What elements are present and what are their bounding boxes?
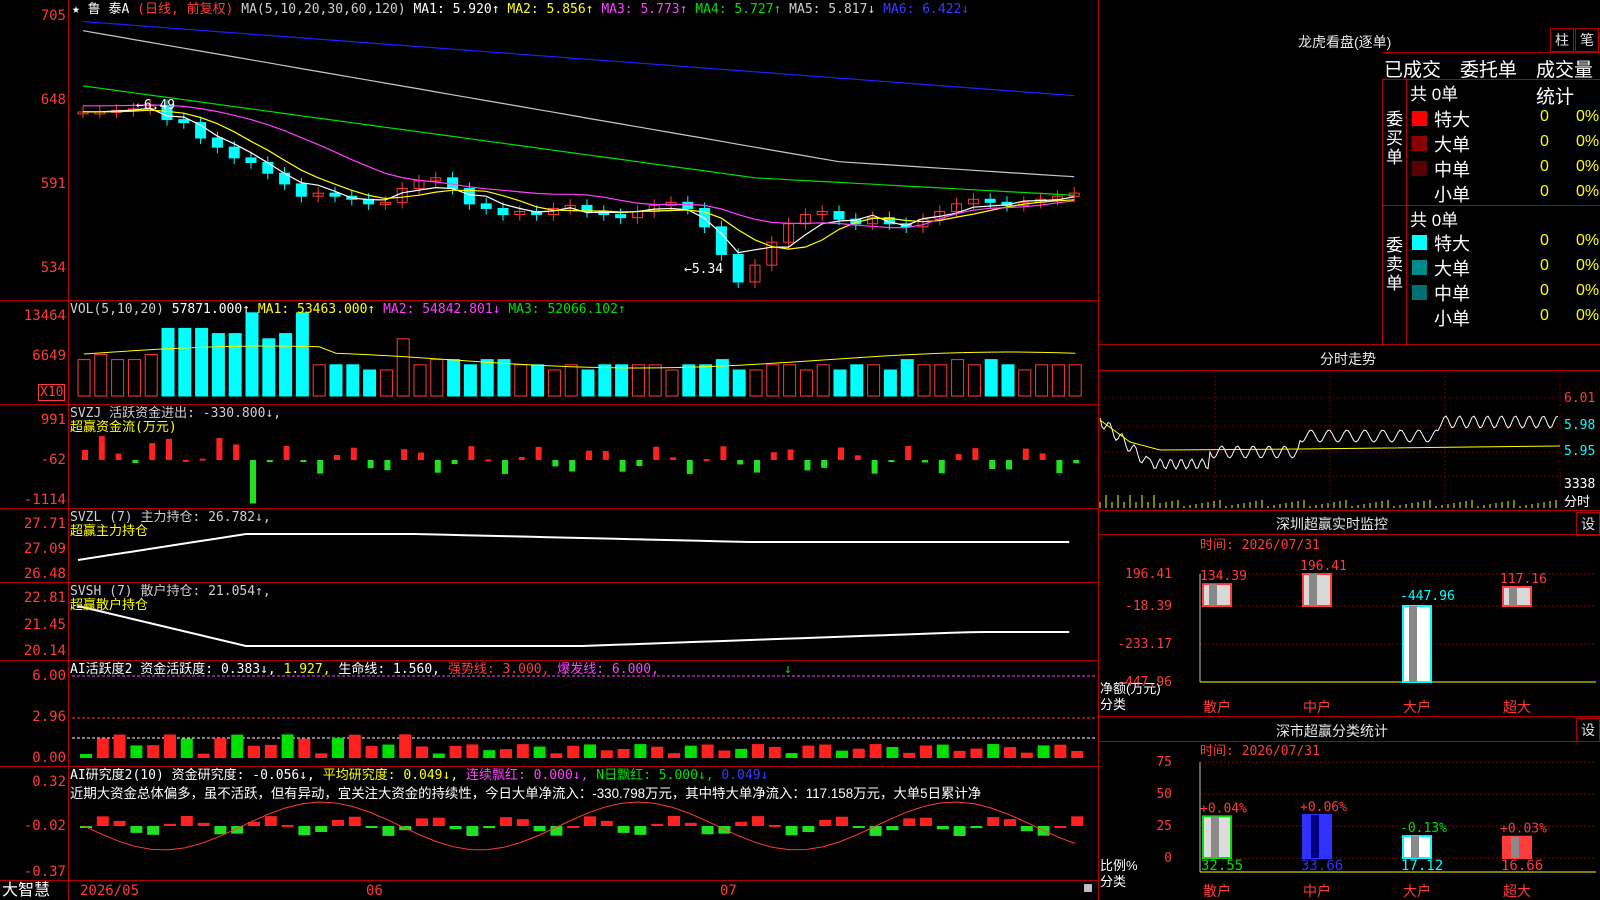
ratio-value-label: 32.55 (1201, 858, 1243, 874)
stats-axis-label: 50 (1156, 787, 1172, 802)
ratio-bar-shade (1311, 814, 1319, 858)
stats-axis-label: 75 (1156, 755, 1172, 770)
category-label: 大户 (1403, 883, 1431, 899)
ratio-value-label: 16.66 (1501, 858, 1543, 874)
ratio-change-label: +0.03% (1500, 822, 1547, 837)
stats-axis-label: 0 (1164, 851, 1172, 866)
ratio-change-label: +0.04% (1200, 801, 1247, 816)
ratio-value-label: 33.66 (1301, 858, 1343, 874)
stats-chart: 75 50 25 0 +0.04% 32.55 散户 +0.06% 33.66 中户 -0.13% 1… (1156, 755, 1596, 899)
ratio-bar-shade (1511, 836, 1519, 858)
category-label: 中户 (1303, 883, 1331, 899)
ratio-change-label: +0.06% (1300, 800, 1347, 815)
category-label: 超大 (1503, 883, 1531, 899)
stats-xlabel: 分类 (1100, 874, 1127, 889)
stats-axis-label: 25 (1156, 819, 1172, 834)
ratio-bar-shade (1211, 816, 1219, 858)
ratio-bar-shade (1411, 836, 1419, 858)
ratio-change-label: -0.13% (1400, 821, 1447, 836)
stats-ylabel: 比例% (1100, 858, 1138, 873)
category-label: 散户 (1203, 883, 1231, 899)
ratio-value-label: 17.12 (1401, 858, 1443, 874)
